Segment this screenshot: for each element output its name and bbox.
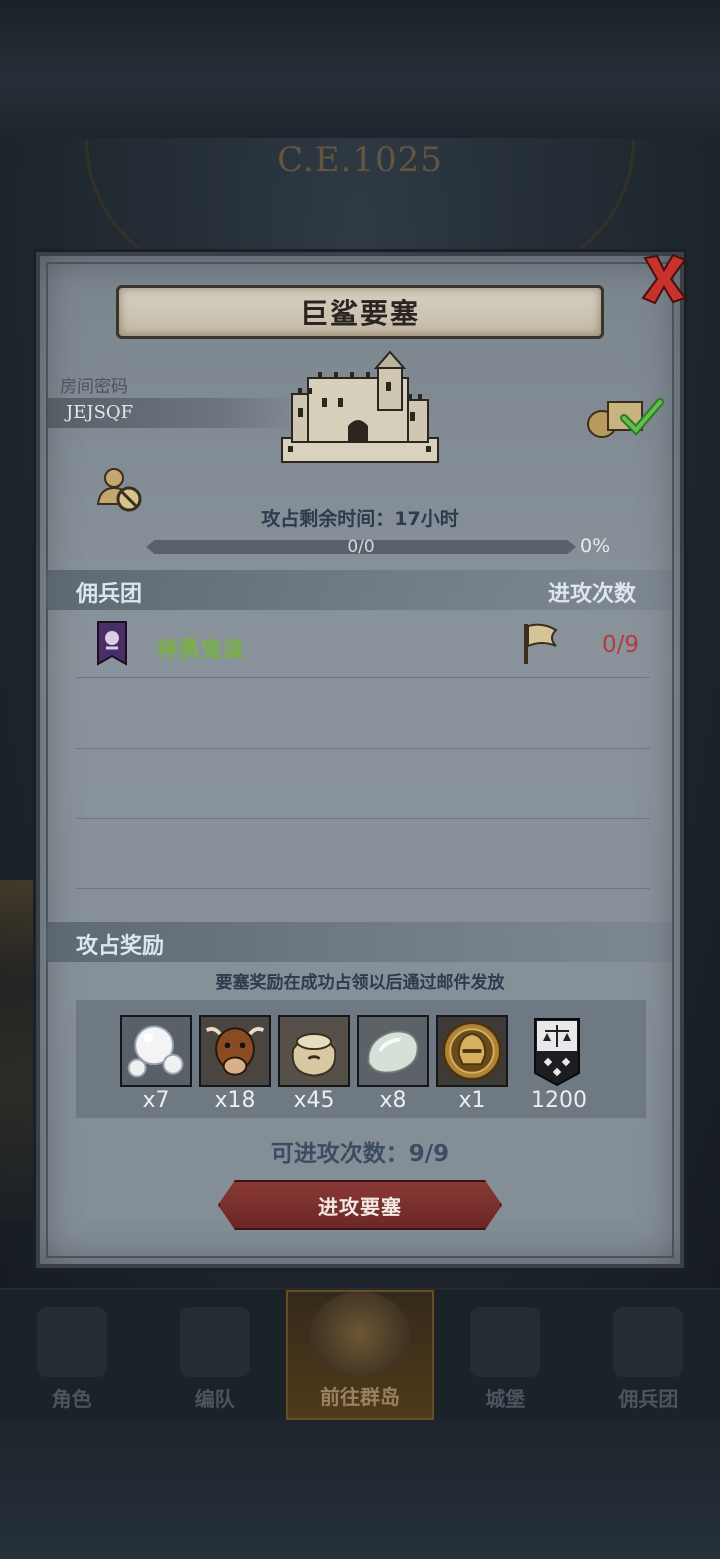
reward-count: x8 [379,1088,407,1113]
rewards-note: 要塞奖励在成功占领以后通过邮件发放 [215,973,505,993]
flag-icon [524,623,558,664]
attack-fortress-button[interactable]: 进攻要塞 [218,1180,502,1230]
rewards-collected-icon[interactable] [584,392,666,440]
attacks-column-header: 进攻次数 [548,582,637,607]
reward-item[interactable] [436,1015,508,1087]
empty-row-divider [76,888,650,889]
room-code: JEJSQF [66,402,134,423]
nav-tab-islands[interactable]: 前往群岛 [286,1290,434,1420]
nav-tab-character[interactable]: 角色 [0,1290,143,1420]
calendar-year: C.E.1025 [277,140,443,180]
nav-label: 角色 [51,1387,92,1411]
reward-tile [199,1015,271,1087]
available-attacks: 可进攻次数：9/9 [270,1141,450,1167]
reward-tile [278,1015,350,1087]
reward-count: 1200 [531,1088,587,1113]
helmet-medal-icon [442,1021,502,1081]
reward-tile [120,1015,192,1087]
nav-tab-formation[interactable]: 编队 [143,1290,286,1420]
dialog-title: 巨鲨要塞 [299,297,420,330]
fortress-icon [281,350,439,463]
close-icon [641,253,687,305]
title-plaque: 巨鲨要塞 [116,285,604,339]
progress-text: 0/0 [347,537,375,557]
nav-label: 佣兵团 [618,1387,679,1411]
attack-button-label: 进攻要塞 [318,1194,402,1219]
knight-icon [36,1307,107,1377]
side-widgets-peek [0,880,34,1220]
castle-icon [470,1307,541,1377]
room-code-label: 房间密码 [60,377,128,397]
reward-item[interactable] [521,1015,593,1091]
progress-percent: 0% [580,535,611,557]
ship-icon [613,1307,684,1377]
pearls-icon [127,1025,184,1078]
nav-tab-castle[interactable]: 城堡 [434,1290,577,1420]
close-button[interactable] [636,248,692,310]
justice-banner-icon [534,1018,580,1087]
reward-item[interactable] [357,1015,429,1087]
grain-sack-icon [291,1033,337,1077]
bottom-system-area [0,1420,720,1559]
bottom-nav: 角色 编队 前往群岛 城堡 佣兵团 [0,1290,720,1420]
guild-row[interactable]: 神勇鬼谋 0/9 [76,614,650,678]
nav-label: 编队 [194,1387,235,1411]
compass-icon [310,1292,410,1375]
guild-attack-count: 0/9 [602,632,640,658]
empty-row-divider [76,818,650,819]
empty-row-divider [76,748,650,749]
nav-label: 城堡 [485,1387,526,1411]
nav-tab-mercenaries[interactable]: 佣兵团 [577,1290,720,1420]
guild-column-header: 佣兵团 [76,582,143,607]
reward-count: x1 [458,1088,486,1113]
helmet-icon [179,1307,250,1377]
reward-item[interactable] [120,1015,192,1087]
cattle-icon [205,1027,265,1076]
nav-label: 前往群岛 [320,1385,400,1409]
reward-item[interactable] [199,1015,271,1087]
guild-name: 神勇鬼谋 [156,638,245,663]
reward-count: x45 [293,1088,335,1113]
reward-item[interactable] [278,1015,350,1087]
reward-tile [357,1015,429,1087]
rewards-title: 攻占奖励 [76,934,165,959]
time-remaining: 攻占剩余时间：17小时 [261,508,459,530]
reward-count: x7 [142,1088,170,1113]
top-status-area [0,0,720,138]
guild-banner-icon [97,621,127,666]
reward-count: x18 [214,1088,256,1113]
reward-tile [436,1015,508,1087]
moonstone-icon [367,1030,419,1074]
